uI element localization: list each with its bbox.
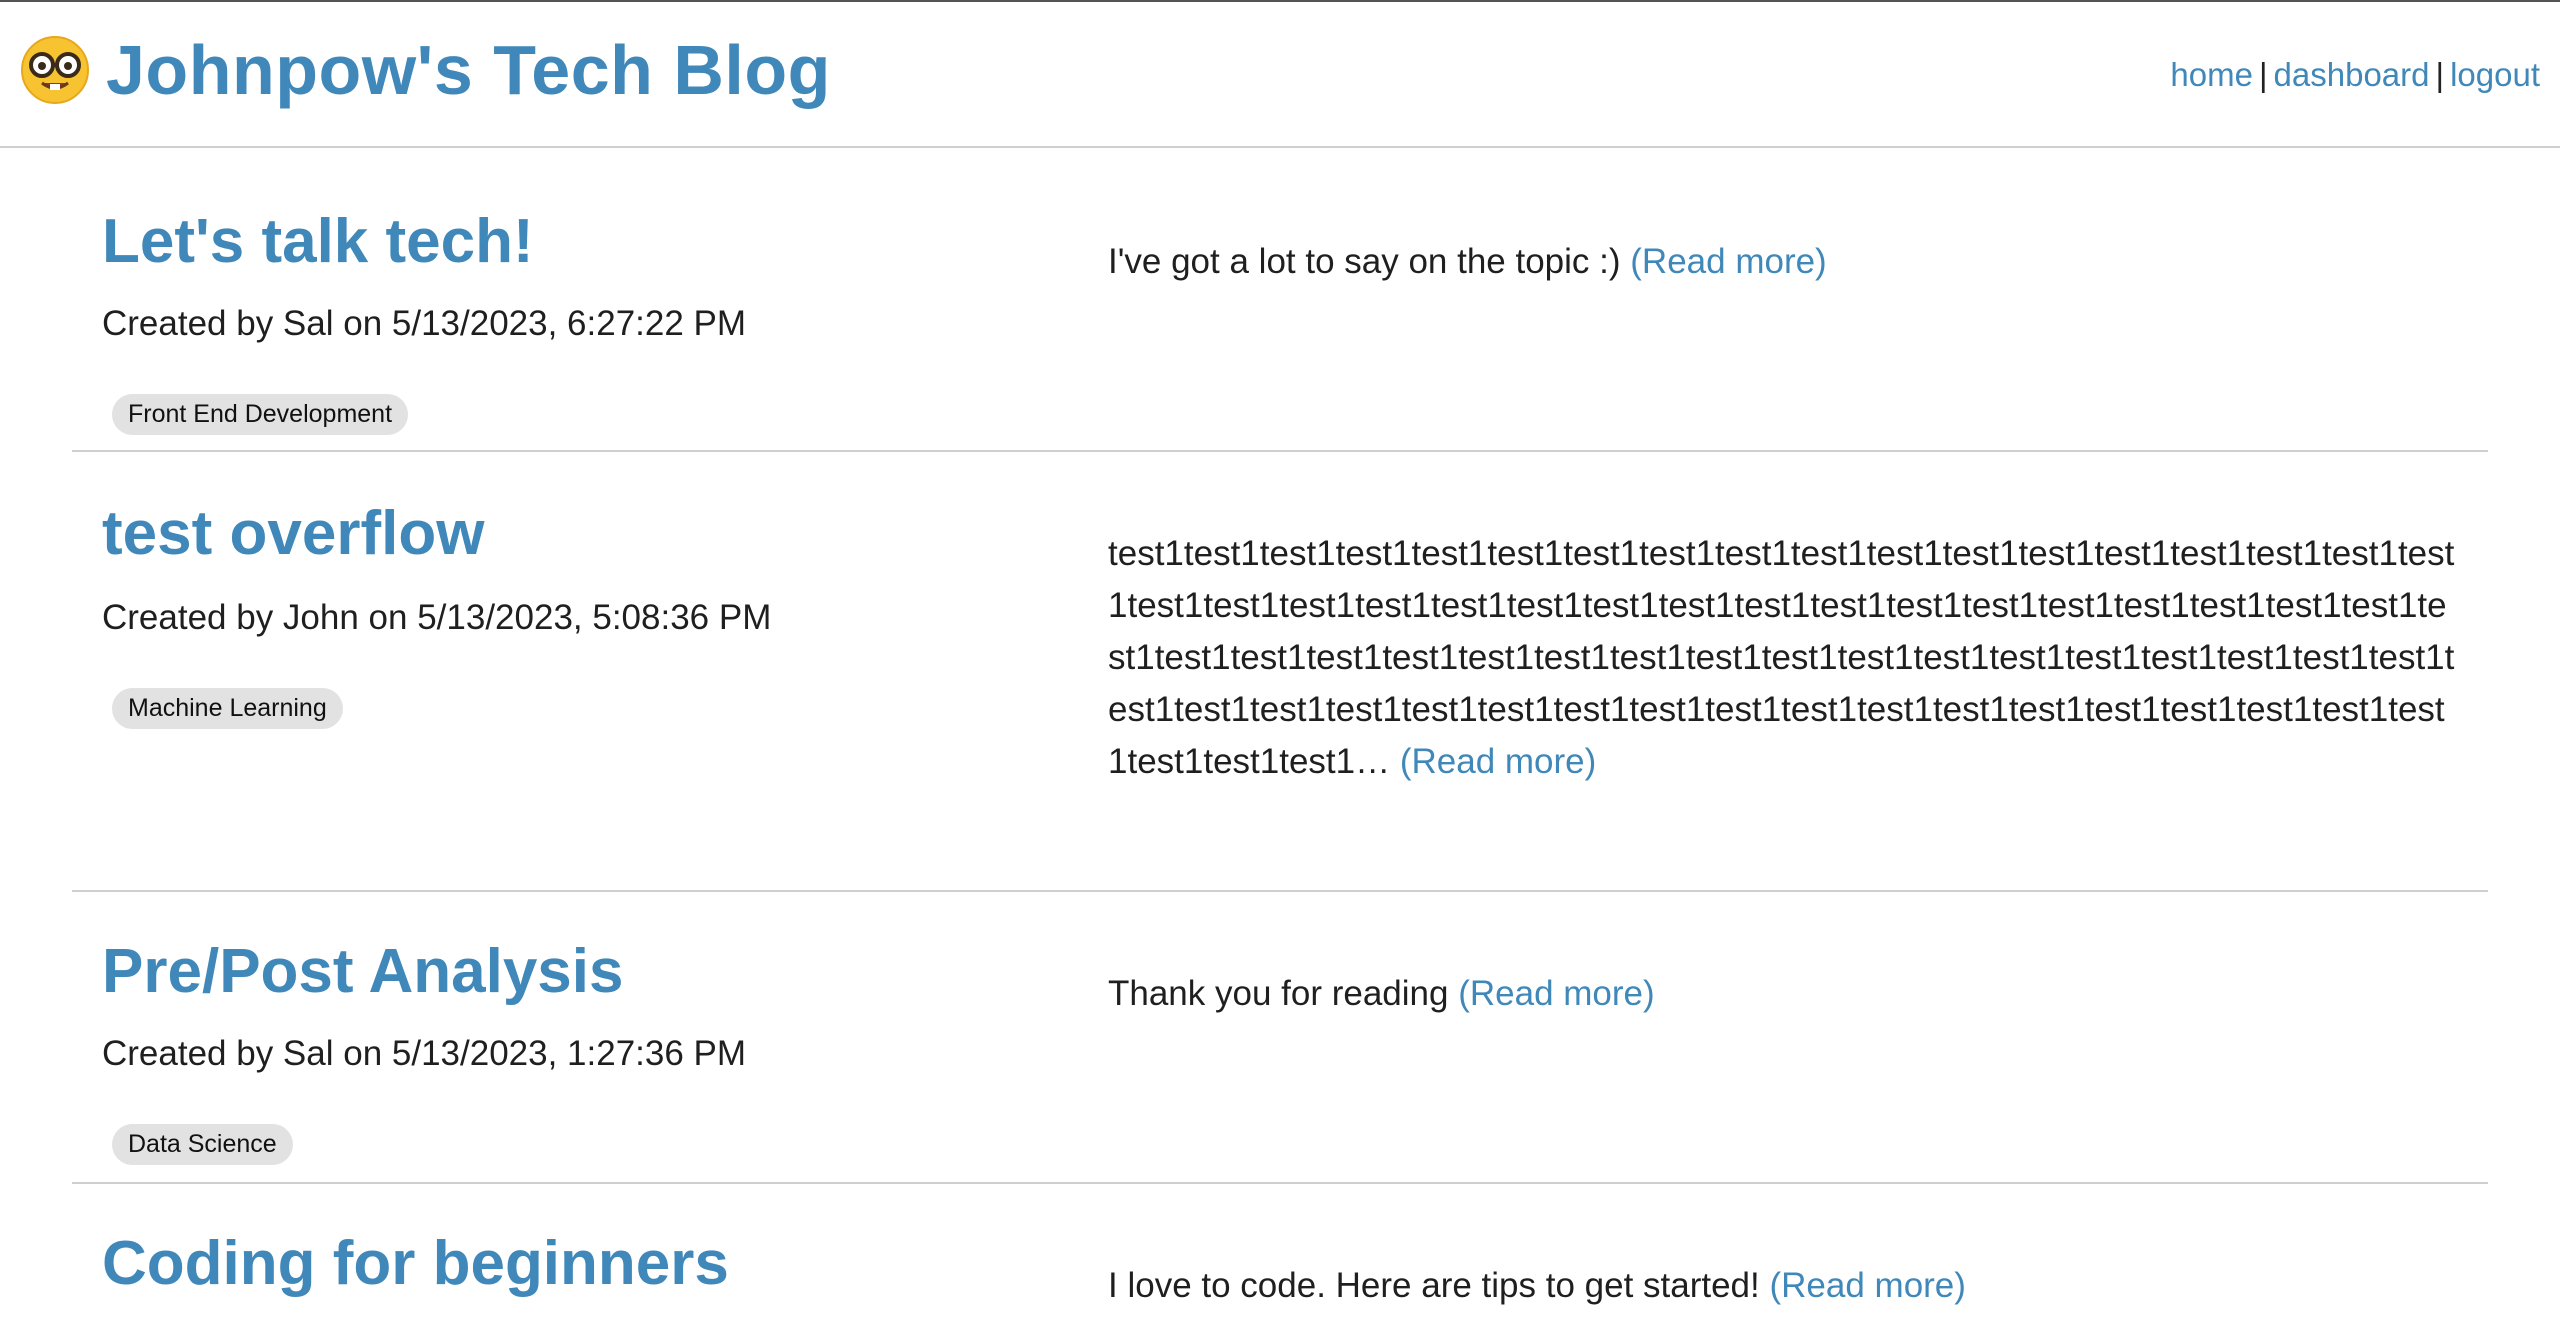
nav-logout-link[interactable]: logout (2450, 56, 2540, 93)
post-excerpt-text: Thank you for reading (1108, 974, 1449, 1013)
post-title[interactable]: Let's talk tech! (102, 206, 534, 278)
post-title[interactable]: test overflow (102, 498, 484, 570)
post-card: Let's talk tech! Created by Sal on 5/13/… (72, 150, 2488, 452)
post-card: Pre/Post Analysis Created by Sal on 5/13… (72, 892, 2488, 1184)
post-excerpt-text: I love to code. Here are tips to get sta… (1108, 1266, 1760, 1305)
nav-dashboard-link[interactable]: dashboard (2274, 56, 2430, 93)
top-nav: home | dashboard | logout (2170, 56, 2540, 94)
post-excerpt: test1test1test1test1test1test1test1test1… (1108, 528, 2458, 788)
post-excerpt: Thank you for reading (Read more) (1108, 968, 2458, 1020)
post-excerpt-text: test1test1test1test1test1test1test1test1… (1108, 534, 2455, 781)
nerd-face-emoji-icon (20, 35, 90, 105)
nav-separator: | (2258, 56, 2268, 93)
post-card: Coding for beginners I love to code. Her… (72, 1184, 2488, 1330)
post-card: test overflow Created by John on 5/13/20… (72, 452, 2488, 892)
read-more-link[interactable]: (Read more) (1630, 242, 1826, 281)
read-more-link[interactable]: (Read more) (1400, 742, 1596, 781)
post-tag[interactable]: Data Science (112, 1124, 293, 1165)
post-meta: Created by Sal on 5/13/2023, 6:27:22 PM (102, 304, 747, 343)
post-tag[interactable]: Front End Development (112, 394, 409, 435)
nav-home-link[interactable]: home (2170, 56, 2253, 93)
post-excerpt-text: I've got a lot to say on the topic :) (1108, 242, 1621, 281)
post-meta: Created by Sal on 5/13/2023, 1:27:36 PM (102, 1034, 747, 1073)
post-title[interactable]: Coding for beginners (102, 1228, 729, 1300)
post-excerpt: I love to code. Here are tips to get sta… (1108, 1260, 2458, 1312)
site-header: Johnpow's Tech Blog home | dashboard | logou… (0, 2, 2560, 148)
read-more-link[interactable]: (Read more) (1769, 1266, 1965, 1305)
post-meta: Created by John on 5/13/2023, 5:08:36 PM (102, 598, 772, 637)
page: Johnpow's Tech Blog home | dashboard | logou… (0, 0, 2560, 1330)
site-title[interactable]: Johnpow's Tech Blog (106, 30, 831, 110)
post-title[interactable]: Pre/Post Analysis (102, 936, 624, 1008)
post-excerpt: I've got a lot to say on the topic :) (R… (1108, 236, 2458, 288)
site-logo[interactable]: Johnpow's Tech Blog (20, 30, 831, 110)
nav-separator: | (2435, 56, 2445, 93)
post-tag[interactable]: Machine Learning (112, 688, 343, 729)
read-more-link[interactable]: (Read more) (1458, 974, 1654, 1013)
